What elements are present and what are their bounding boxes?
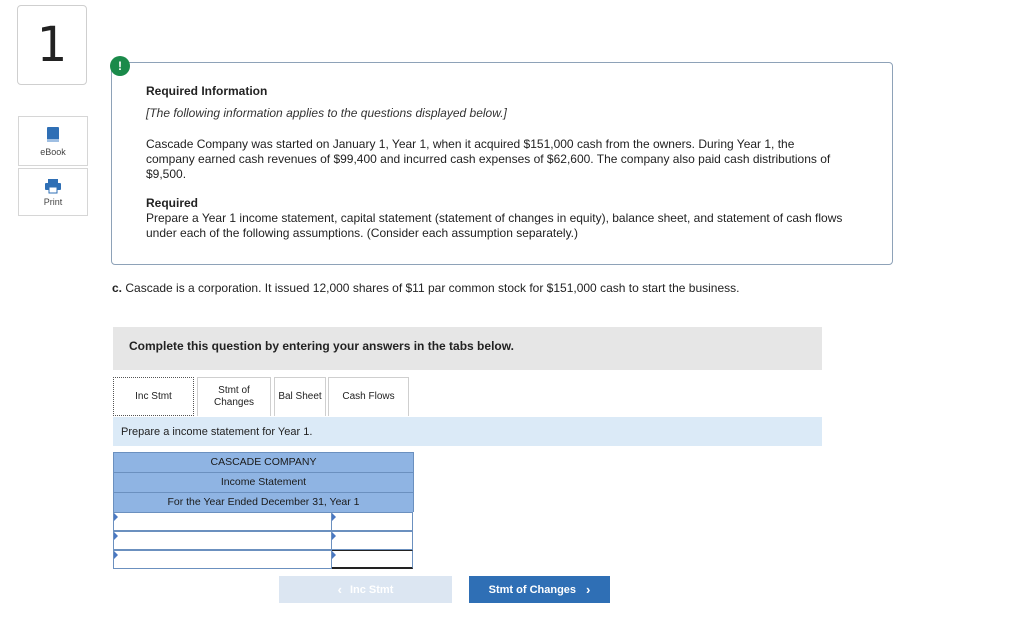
question-number: 1 [17,5,87,85]
cell-marker-icon [332,513,336,521]
info-paragraph: Cascade Company was started on January 1… [146,137,831,181]
cell-marker-icon [114,532,118,540]
table-row [113,512,414,531]
prev-tab-button[interactable]: ‹ Inc Stmt [279,576,452,603]
info-title: Required Information [146,84,268,98]
required-label: Required [146,196,199,210]
print-button[interactable]: Print [18,168,88,216]
tab-stmt-of-changes[interactable]: Stmt of Changes [197,377,271,416]
cell-marker-icon [114,513,118,521]
book-icon [47,127,59,142]
tab-stmt-of-changes-label: Stmt of Changes [214,385,254,409]
banner-text: Complete this question by entering your … [129,339,514,353]
part-text: Cascade is a corporation. It issued 12,0… [122,281,740,295]
row-1-amount-input[interactable] [332,512,413,531]
tab-inc-stmt-label: Inc Stmt [135,390,172,402]
cell-marker-icon [332,532,336,540]
tab-stmt-line1: Stmt of [218,385,250,396]
prev-tab-label: Inc Stmt [349,583,394,596]
next-tab-button[interactable]: Stmt of Changes › [469,576,610,603]
tab-bal-sheet-label: Bal Sheet [278,391,322,402]
cell-marker-icon [332,551,336,559]
row-3-label-input[interactable] [113,550,332,569]
cell-marker-icon [114,551,118,559]
tab-bar: Inc Stmt Stmt of Changes Bal Sheet Cash F… [113,377,412,416]
prompt-text: Prepare a income statement for Year 1. [121,426,313,438]
alert-icon: ! [110,56,130,76]
chevron-right-icon: › [586,582,591,597]
required-text: Prepare a Year 1 income statement, capit… [146,211,843,240]
required-information-box: Required Information [The following info… [111,62,893,265]
ebook-button[interactable]: eBook [18,116,88,166]
row-3-amount-input[interactable] [332,550,413,569]
ebook-label: eBook [40,147,66,157]
instruction-banner: Complete this question by entering your … [113,327,822,370]
info-note: [The following information applies to th… [146,106,507,120]
statement-title: Income Statement [113,472,414,492]
tab-stmt-line2: Changes [213,397,255,408]
tab-inc-stmt[interactable]: Inc Stmt [113,377,194,416]
table-row [113,550,414,569]
part-letter: c. [112,281,123,295]
next-tab-label: Stmt of Changes [488,583,577,596]
row-2-amount-input[interactable] [332,531,413,550]
tab-bal-sheet[interactable]: Bal Sheet [274,377,326,416]
income-statement-table: CASCADE COMPANY Income Statement For the… [113,452,414,569]
chevron-left-icon: ‹ [337,582,342,597]
statement-period: For the Year Ended December 31, Year 1 [113,492,414,512]
part-c-text: c. Cascade is a corporation. It issued 1… [112,281,739,295]
printer-icon [45,179,61,194]
print-label: Print [43,197,63,207]
tab-cash-flows[interactable]: Cash Flows [328,377,409,416]
statement-company: CASCADE COMPANY [113,452,414,472]
table-row [113,531,414,550]
row-2-label-input[interactable] [113,531,332,550]
tab-cash-flows-label: Cash Flows [342,391,395,402]
row-1-label-input[interactable] [113,512,332,531]
prompt-bar: Prepare a income statement for Year 1. [113,417,822,446]
